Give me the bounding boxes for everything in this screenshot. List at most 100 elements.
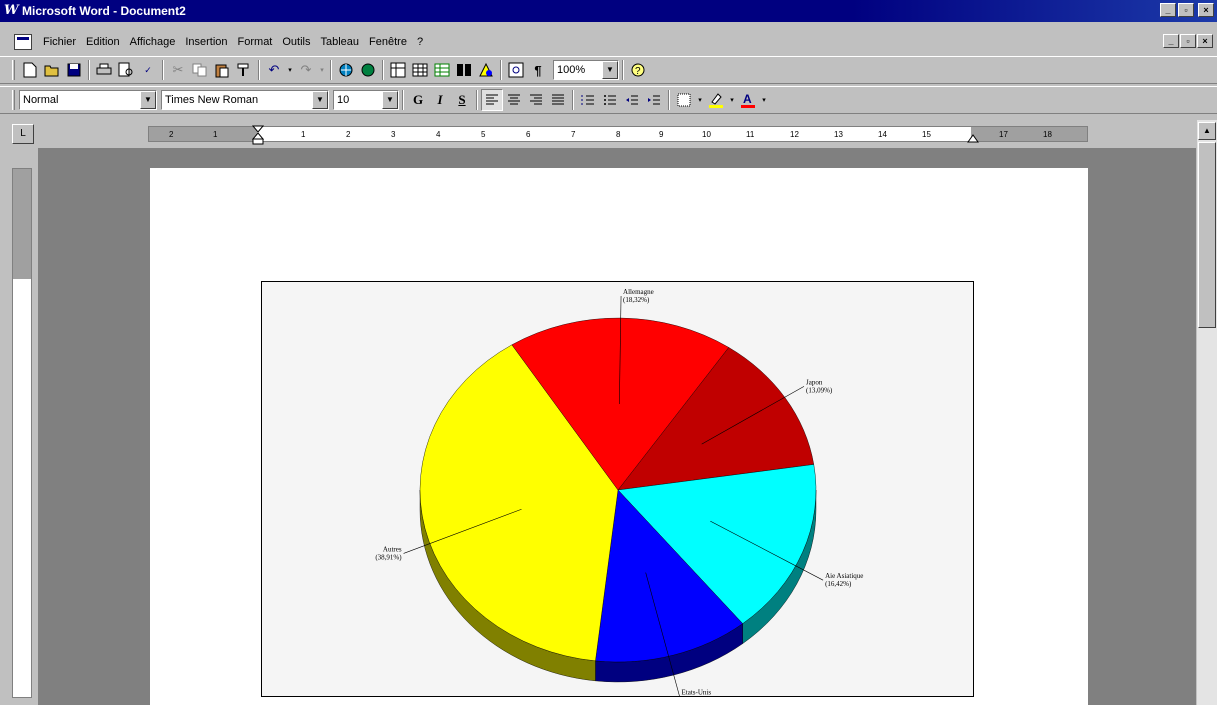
insert-table-icon[interactable] — [409, 59, 431, 81]
toolbar-grip[interactable] — [12, 90, 15, 110]
underline-button[interactable]: S — [451, 89, 473, 111]
font-size-combo[interactable]: 10 ▼ — [333, 90, 399, 110]
insert-excel-icon[interactable] — [431, 59, 453, 81]
save-icon[interactable] — [63, 59, 85, 81]
open-folder-icon[interactable] — [41, 59, 63, 81]
new-document-icon[interactable] — [19, 59, 41, 81]
increase-indent-icon[interactable] — [643, 89, 665, 111]
show-hide-paragraph-icon[interactable]: ¶ — [527, 59, 549, 81]
embedded-chart-object[interactable]: Japon (13,09%) Aie Asiatique (16,42%) Etats-… — [261, 281, 974, 704]
font-size-value: 10 — [337, 94, 350, 106]
font-color-dropdown-icon[interactable]: ▾ — [759, 89, 769, 111]
scroll-thumb[interactable] — [1198, 142, 1216, 328]
align-right-icon[interactable] — [525, 89, 547, 111]
toolbar-separator — [382, 60, 384, 80]
menu-help[interactable]: ? — [412, 36, 428, 48]
font-size-dropdown-icon[interactable]: ▼ — [382, 91, 398, 109]
bold-button[interactable]: G — [407, 89, 429, 111]
insert-hyperlink-icon[interactable] — [335, 59, 357, 81]
scroll-up-arrow-icon[interactable]: ▲ — [1198, 122, 1216, 140]
align-left-icon[interactable] — [481, 89, 503, 111]
print-preview-icon[interactable] — [115, 59, 137, 81]
doc-minimize-button[interactable]: _ — [1163, 34, 1179, 48]
ruler-tick: 4 — [436, 130, 441, 139]
window-title: Microsoft Word - Document2 — [22, 4, 186, 18]
style-dropdown-icon[interactable]: ▼ — [140, 91, 156, 109]
pie-label-line: (16,42%) — [825, 580, 852, 588]
svg-text:A: A — [743, 92, 752, 106]
web-toolbar-icon[interactable] — [357, 59, 379, 81]
maximize-button[interactable]: ▫ — [1178, 3, 1194, 17]
ruler-tick: 2 — [346, 130, 351, 139]
menu-edition[interactable]: Edition — [81, 36, 125, 48]
menu-format[interactable]: Format — [233, 36, 278, 48]
menu-tableau[interactable]: Tableau — [316, 36, 365, 48]
pie-label-line: (18,32%) — [623, 296, 650, 304]
ruler-tick: 1 — [301, 130, 306, 139]
menu-outils[interactable]: Outils — [277, 36, 315, 48]
zoom-combo[interactable]: 100% ▼ — [553, 60, 619, 80]
doc-close-button[interactable]: × — [1197, 34, 1213, 48]
zoom-dropdown-icon[interactable]: ▼ — [602, 61, 618, 79]
vertical-scrollbar[interactable]: ▲ — [1196, 120, 1217, 705]
menu-fichier[interactable]: Fichier — [38, 36, 81, 48]
tab-selector-icon[interactable]: L — [12, 124, 34, 144]
doc-restore-button[interactable]: ▫ — [1180, 34, 1196, 48]
office-assistant-icon[interactable]: ? — [627, 59, 649, 81]
horizontal-ruler[interactable]: 2 1 1 2 3 4 5 6 7 8 9 10 11 12 13 14 15 … — [148, 125, 1088, 145]
ruler-tick: 5 — [481, 130, 486, 139]
pie-chart: Japon (13,09%) Aie Asiatique (16,42%) Etats-… — [375, 288, 863, 704]
close-button[interactable]: × — [1198, 3, 1214, 17]
highlight-dropdown-icon[interactable]: ▾ — [727, 89, 737, 111]
redo-dropdown-icon[interactable]: ▾ — [317, 59, 327, 81]
right-indent-marker-icon[interactable] — [967, 131, 979, 143]
ruler-tick: 1 — [213, 130, 218, 139]
borders-icon[interactable] — [673, 89, 695, 111]
toolbar-grip[interactable] — [12, 60, 15, 80]
document-map-icon[interactable] — [505, 59, 527, 81]
menu-insertion[interactable]: Insertion — [180, 36, 232, 48]
cut-icon[interactable]: ✂ — [167, 59, 189, 81]
ruler-right-margin — [971, 127, 1087, 141]
ruler-tick: 14 — [878, 130, 887, 139]
spelling-icon[interactable]: ✓ — [137, 59, 159, 81]
menu-fenetre[interactable]: Fenêtre — [364, 36, 412, 48]
font-dropdown-icon[interactable]: ▼ — [312, 91, 328, 109]
font-combo[interactable]: Times New Roman ▼ — [161, 90, 329, 110]
redo-icon[interactable]: ↷ — [295, 59, 317, 81]
copy-icon[interactable] — [189, 59, 211, 81]
toolbar-separator — [258, 60, 260, 80]
minimize-button[interactable]: _ — [1160, 3, 1176, 17]
columns-icon[interactable] — [453, 59, 475, 81]
bullets-icon[interactable] — [599, 89, 621, 111]
paste-icon[interactable] — [211, 59, 233, 81]
borders-dropdown-icon[interactable]: ▾ — [695, 89, 705, 111]
tables-borders-icon[interactable] — [387, 59, 409, 81]
format-painter-icon[interactable] — [233, 59, 255, 81]
print-icon[interactable] — [93, 59, 115, 81]
drawing-icon[interactable] — [475, 59, 497, 81]
ruler-left-margin — [149, 127, 257, 141]
vertical-ruler[interactable] — [12, 168, 32, 698]
numbering-icon[interactable] — [577, 89, 599, 111]
font-color-icon[interactable]: A — [737, 89, 759, 111]
highlight-icon[interactable] — [705, 89, 727, 111]
style-combo[interactable]: Normal ▼ — [19, 90, 157, 110]
toolbar-separator — [668, 90, 670, 110]
italic-button[interactable]: I — [429, 89, 451, 111]
decrease-indent-icon[interactable] — [621, 89, 643, 111]
pie-label-line: Autres — [383, 545, 402, 553]
pie-label-line: Allemagne — [623, 288, 654, 296]
undo-dropdown-icon[interactable]: ▾ — [285, 59, 295, 81]
ruler-tick: 7 — [571, 130, 576, 139]
formatting-toolbar: Normal ▼ Times New Roman ▼ 10 ▼ G I S ▾ — [0, 86, 1217, 114]
toolbar-separator — [88, 60, 90, 80]
menu-affichage[interactable]: Affichage — [125, 36, 181, 48]
undo-icon[interactable]: ↶ — [263, 59, 285, 81]
pie-label-0: Japon (13,09%) — [806, 378, 833, 394]
justify-icon[interactable] — [547, 89, 569, 111]
document-icon[interactable] — [14, 34, 32, 50]
left-indent-marker-icon[interactable] — [252, 125, 264, 145]
align-center-icon[interactable] — [503, 89, 525, 111]
ruler-row: L 2 1 1 2 3 4 5 6 7 8 9 10 11 12 13 14 1… — [0, 120, 1217, 148]
